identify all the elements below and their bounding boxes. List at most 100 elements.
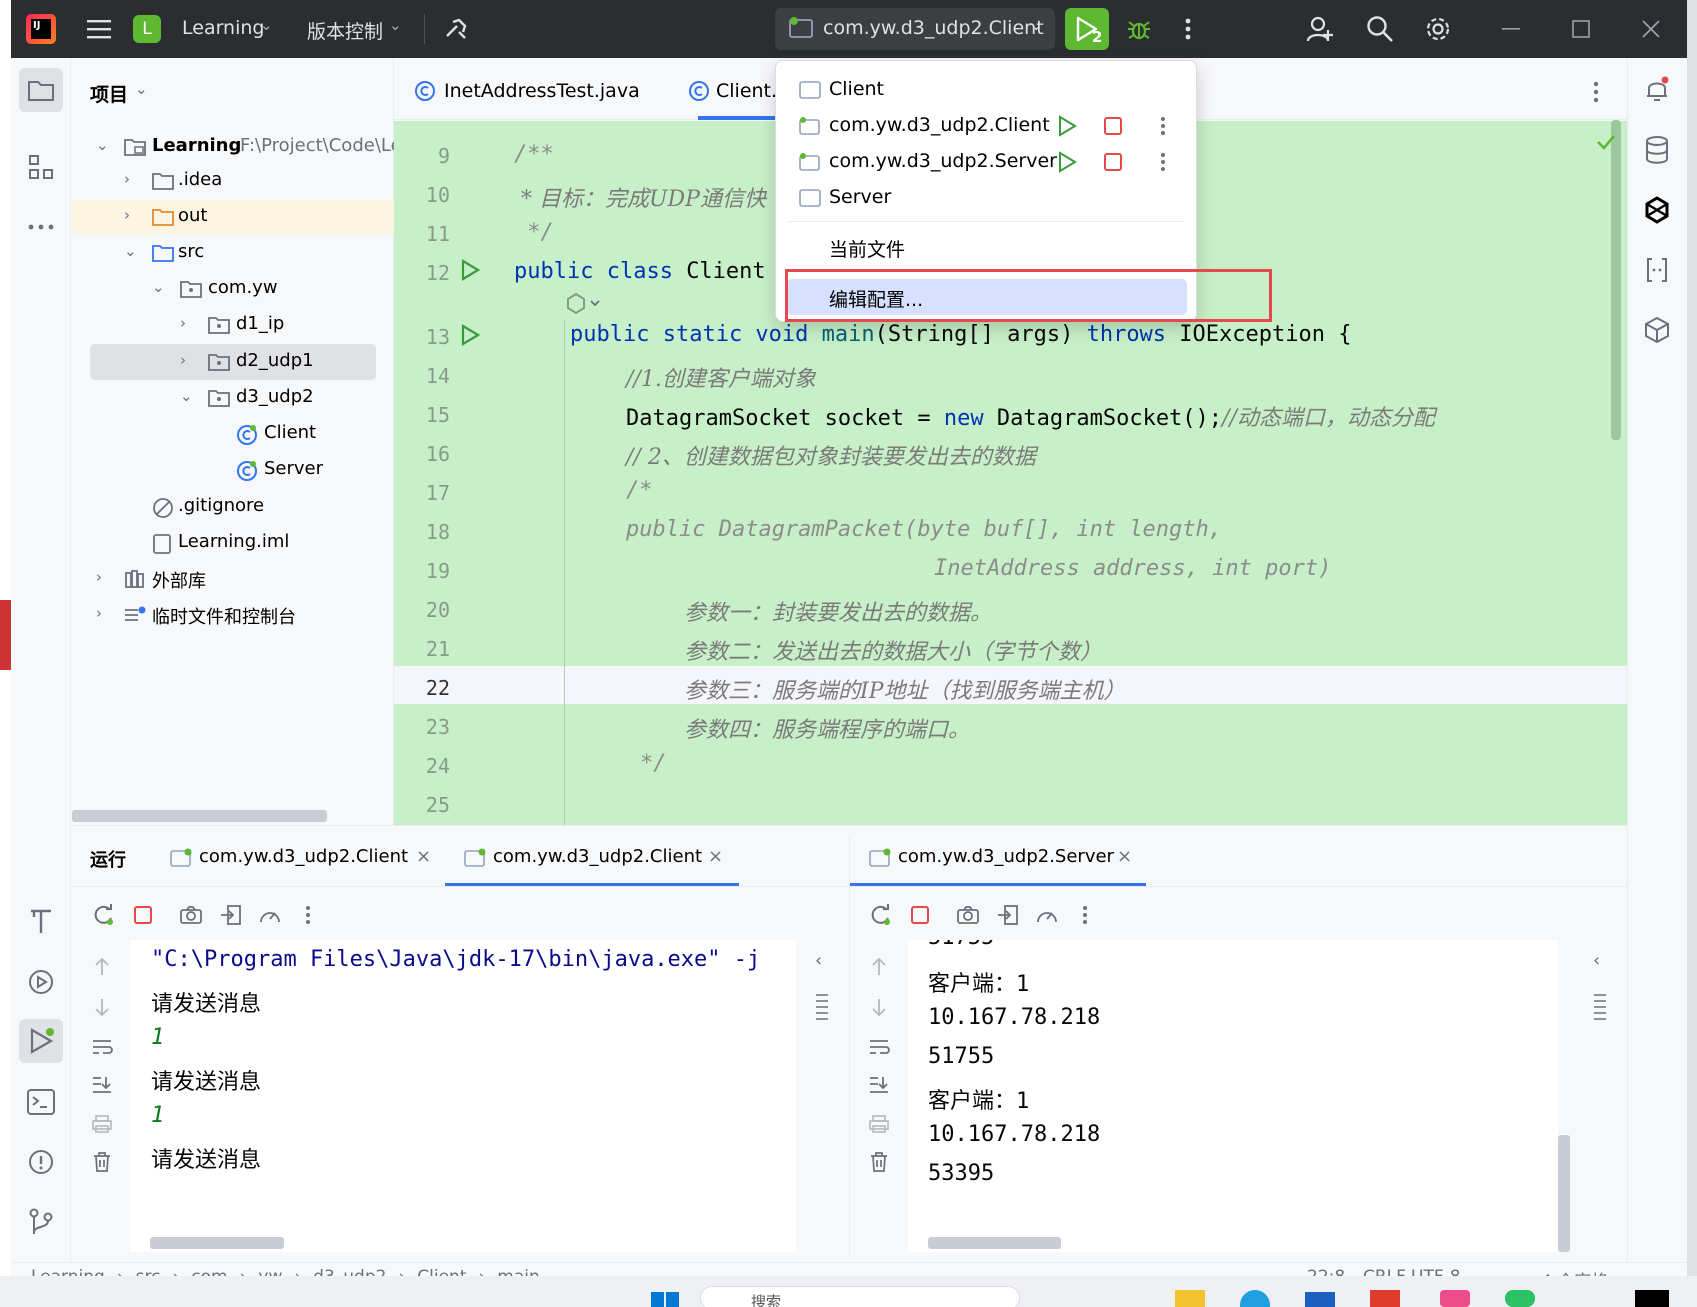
popup-item-server[interactable]: Server xyxy=(787,181,1185,215)
taskbar-explorer-icon[interactable] xyxy=(1175,1290,1205,1307)
tree-item-scratches[interactable]: › 临时文件和控制台 xyxy=(72,598,394,632)
stop-icon[interactable] xyxy=(130,902,156,928)
database-icon[interactable] xyxy=(1640,133,1674,167)
stop-icon[interactable] xyxy=(1103,152,1123,177)
build-tool-icon[interactable] xyxy=(24,904,58,938)
editor-vscrollbar[interactable] xyxy=(1611,120,1621,440)
more-icon[interactable] xyxy=(300,902,316,928)
run-main-gutter-icon[interactable] xyxy=(458,321,482,349)
chevron-down-icon[interactable]: ⌄ xyxy=(135,80,148,98)
build-hammer-icon[interactable] xyxy=(440,14,472,44)
structure-side-icon[interactable] xyxy=(810,990,834,1026)
console-hscrollbar[interactable] xyxy=(928,1237,1061,1249)
more-actions-icon[interactable] xyxy=(1176,14,1200,44)
soft-wrap-icon[interactable] xyxy=(90,1035,114,1059)
project-hscrollbar[interactable] xyxy=(72,810,327,822)
maven-cube-icon[interactable] xyxy=(1640,313,1674,347)
search-icon[interactable] xyxy=(1363,12,1397,46)
terminal-icon[interactable] xyxy=(24,1085,58,1119)
soft-wrap-icon[interactable] xyxy=(867,1035,891,1059)
vcs-widget[interactable]: 版本控制 xyxy=(307,17,383,44)
tree-item-d2-udp1[interactable]: › d2_udp1 xyxy=(72,345,394,379)
taskbar-search[interactable]: 搜索 xyxy=(700,1286,1020,1307)
clear-trash-icon[interactable] xyxy=(867,1150,891,1174)
run-tab-client-2[interactable]: com.yw.d3_udp2.Client × xyxy=(462,836,742,880)
tree-item-d1-ip[interactable]: › d1_ip xyxy=(72,308,394,342)
camera-icon[interactable] xyxy=(178,902,204,928)
debug-bug-icon[interactable] xyxy=(1122,12,1156,46)
rerun-icon[interactable] xyxy=(1057,115,1079,142)
exit-icon[interactable] xyxy=(218,902,244,928)
rerun-icon[interactable] xyxy=(867,902,893,928)
stop-icon[interactable] xyxy=(907,902,933,928)
close-window-icon[interactable] xyxy=(1636,14,1666,44)
scroll-down-icon[interactable] xyxy=(867,995,891,1019)
profiler-icon[interactable] xyxy=(1034,902,1060,928)
structure-side-icon[interactable] xyxy=(1588,990,1612,1026)
maximize-icon[interactable] xyxy=(1566,14,1596,44)
more-icon[interactable] xyxy=(1077,902,1093,928)
chevron-left-icon[interactable]: ‹ xyxy=(1593,950,1600,971)
stop-icon[interactable] xyxy=(1103,116,1123,141)
tree-item-out[interactable]: › out xyxy=(72,200,394,234)
tree-item-external-libs[interactable]: › 外部库 xyxy=(72,562,394,596)
popup-item-client[interactable]: Client xyxy=(787,73,1185,107)
tree-item-com-yw[interactable]: ⌄ com.yw xyxy=(72,272,394,306)
console-hscrollbar[interactable] xyxy=(150,1237,284,1249)
taskbar-app-icon[interactable] xyxy=(1370,1290,1400,1307)
taskbar-intellij-icon[interactable] xyxy=(1635,1290,1669,1307)
ai-inline-hint-icon[interactable] xyxy=(564,290,604,316)
close-tab-icon[interactable]: × xyxy=(1117,846,1132,867)
more-icon[interactable] xyxy=(1160,116,1166,141)
run-class-gutter-icon[interactable] xyxy=(458,256,482,284)
tree-root[interactable]: ⌄ Learning F:\Project\Code\Le xyxy=(72,130,402,164)
run-tab-server[interactable]: com.yw.d3_udp2.Server × xyxy=(867,836,1147,880)
more-tools-icon[interactable] xyxy=(24,210,58,244)
console-vscrollbar[interactable] xyxy=(1558,1135,1570,1252)
camera-icon[interactable] xyxy=(955,902,981,928)
taskbar-app-icon[interactable] xyxy=(1305,1292,1335,1307)
scroll-to-end-icon[interactable] xyxy=(867,1073,891,1097)
popup-item-udp2-client[interactable]: com.yw.d3_udp2.Client xyxy=(787,109,1185,143)
tab-client[interactable]: Client.j xyxy=(684,74,784,114)
tree-item-client[interactable]: Client xyxy=(72,417,394,451)
rerun-icon[interactable] xyxy=(90,902,116,928)
rerun-icon[interactable] xyxy=(1057,151,1079,178)
tree-item-idea[interactable]: › .idea xyxy=(72,164,394,198)
close-tab-icon[interactable]: × xyxy=(708,846,723,867)
profiler-icon[interactable] xyxy=(257,902,283,928)
main-menu-icon[interactable] xyxy=(84,14,114,44)
taskbar-app-icon[interactable] xyxy=(1440,1290,1470,1307)
scroll-to-end-icon[interactable] xyxy=(90,1073,114,1097)
tree-item-d3-udp2[interactable]: ⌄ d3_udp2 xyxy=(72,381,394,415)
tab-inetaddresstest[interactable]: InetAddressTest.java xyxy=(410,74,650,114)
tree-item-src[interactable]: ⌄ src xyxy=(72,236,394,270)
popup-item-udp2-server[interactable]: com.yw.d3_udp2.Server xyxy=(787,145,1185,179)
tree-item-gitignore[interactable]: .gitignore xyxy=(72,490,394,524)
chevron-left-icon[interactable]: ‹ xyxy=(815,950,822,971)
taskbar-wechat-icon[interactable] xyxy=(1505,1290,1535,1307)
ai-assistant-icon[interactable] xyxy=(1640,193,1674,227)
settings-gear-icon[interactable] xyxy=(1421,12,1455,46)
scroll-up-icon[interactable] xyxy=(867,955,891,979)
problems-icon[interactable] xyxy=(24,1145,58,1179)
notifications-bell-icon[interactable] xyxy=(1640,73,1674,107)
minimize-icon[interactable] xyxy=(1496,14,1526,44)
run-tool-icon[interactable] xyxy=(24,1024,58,1058)
tree-item-server[interactable]: Server xyxy=(72,453,394,487)
run-tab-client-1[interactable]: com.yw.d3_udp2.Client × xyxy=(168,836,438,880)
popup-item-current-file[interactable]: 当前文件 xyxy=(787,230,1185,264)
git-branch-icon[interactable] xyxy=(24,1205,58,1239)
project-folder-icon[interactable] xyxy=(24,73,58,107)
windows-start-icon[interactable] xyxy=(650,1288,680,1307)
add-user-icon[interactable] xyxy=(1303,12,1337,46)
print-icon[interactable] xyxy=(867,1112,891,1136)
structure-icon[interactable] xyxy=(24,150,58,184)
clear-trash-icon[interactable] xyxy=(90,1150,114,1174)
more-icon[interactable] xyxy=(1160,152,1166,177)
close-tab-icon[interactable]: × xyxy=(416,846,431,867)
scroll-down-icon[interactable] xyxy=(90,995,114,1019)
print-icon[interactable] xyxy=(90,1112,114,1136)
editor-options-icon[interactable] xyxy=(1586,78,1606,106)
services-icon[interactable] xyxy=(24,965,58,999)
